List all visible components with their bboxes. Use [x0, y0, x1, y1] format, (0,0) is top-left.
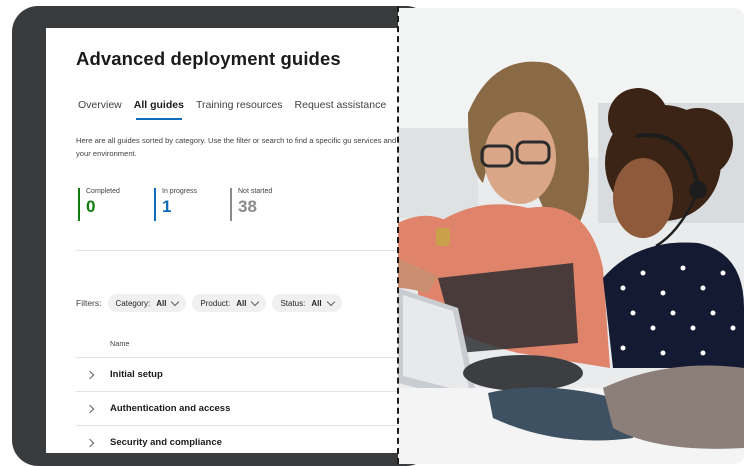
status-filter-value: All	[311, 298, 322, 308]
filter-bar: Filters: Category: All Product: All Stat…	[76, 294, 342, 312]
guide-row-security[interactable]: Security and compliance	[76, 425, 408, 453]
page-title: Advanced deployment guides	[76, 48, 341, 69]
category-filter-name: Category:	[115, 298, 151, 308]
product-filter-value: All	[236, 298, 247, 308]
laptop-frame: Advanced deployment guides Overview All …	[12, 6, 432, 466]
chevron-down-icon	[326, 297, 335, 306]
dashed-divider	[397, 6, 399, 464]
product-filter-name: Product:	[200, 298, 231, 308]
guide-row-authentication[interactable]: Authentication and access	[76, 391, 408, 425]
tab-bar: Overview All guides Training resources R…	[78, 99, 387, 120]
status-filter-name: Status:	[280, 298, 306, 308]
stat-in-progress-value: 1	[162, 197, 172, 216]
category-filter-dropdown[interactable]: Category: All	[107, 294, 187, 312]
stat-completed: Completed 0	[78, 188, 136, 221]
chevron-right-icon[interactable]	[85, 438, 95, 447]
stat-in-progress: In progress 1	[154, 188, 212, 221]
progress-stats: Completed 0 In progress 1 Not started 38	[78, 188, 288, 221]
tab-overview[interactable]: Overview	[78, 99, 122, 117]
guide-row-label: Security and compliance	[110, 437, 222, 448]
chevron-right-icon[interactable]	[85, 370, 95, 379]
chevron-down-icon	[171, 297, 180, 306]
stat-not-started: Not started 38	[230, 188, 288, 221]
tab-request-assistance[interactable]: Request assistance	[295, 99, 387, 117]
app-screen: Advanced deployment guides Overview All …	[46, 28, 408, 453]
guide-row-label: Initial setup	[110, 369, 163, 380]
stat-in-progress-label: In progress	[162, 188, 198, 195]
section-divider	[76, 250, 408, 251]
stat-not-started-value: 38	[238, 197, 257, 216]
two-women-at-laptop-photo	[398, 8, 744, 464]
page-description: Here are all guides sorted by category. …	[76, 136, 408, 158]
guides-list: Initial setup Authentication and access …	[76, 357, 408, 453]
product-filter-dropdown[interactable]: Product: All	[192, 294, 267, 312]
guide-row-label: Authentication and access	[110, 403, 231, 414]
stat-completed-label: Completed	[86, 188, 120, 195]
chevron-down-icon	[251, 297, 260, 306]
filters-label: Filters:	[76, 298, 102, 308]
stat-completed-value: 0	[86, 197, 96, 216]
status-filter-dropdown[interactable]: Status: All	[272, 294, 342, 312]
photo-illustration	[398, 8, 744, 464]
chevron-right-icon[interactable]	[85, 404, 95, 413]
stat-not-started-label: Not started	[238, 188, 273, 195]
category-filter-value: All	[156, 298, 167, 308]
name-column-header[interactable]: Name	[110, 339, 129, 348]
tab-all-guides[interactable]: All guides	[134, 99, 184, 120]
tab-training-resources[interactable]: Training resources	[196, 99, 283, 117]
guide-row-initial-setup[interactable]: Initial setup	[76, 357, 408, 391]
